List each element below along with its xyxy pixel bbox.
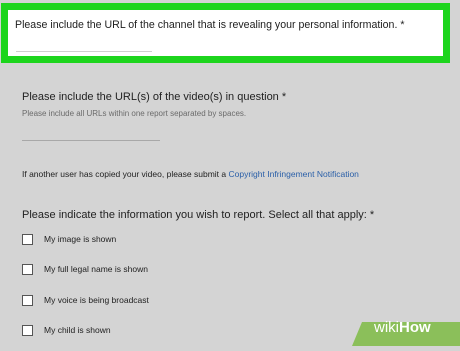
option-label: My voice is being broadcast (44, 295, 149, 305)
checkbox[interactable] (22, 233, 33, 245)
checkbox[interactable] (22, 324, 33, 336)
copyright-notice: If another user has copied your video, p… (22, 169, 359, 179)
option-image-shown[interactable]: My image is shown (22, 232, 116, 246)
option-voice-broadcast[interactable]: My voice is being broadcast (22, 293, 149, 307)
option-child-shown[interactable]: My child is shown (22, 323, 111, 337)
channel-url-input[interactable] (16, 51, 152, 52)
video-urls-question-label: Please include the URL(s) of the video(s… (22, 91, 287, 103)
information-type-question-label: Please indicate the information you wish… (22, 209, 375, 221)
option-label: My full legal name is shown (44, 264, 148, 274)
option-label: My image is shown (44, 234, 117, 244)
copyright-infringement-link[interactable]: Copyright Infringement Notification (229, 169, 359, 179)
option-legal-name-shown[interactable]: My full legal name is shown (22, 262, 148, 276)
copyright-notice-text: If another user has copied your video, p… (22, 169, 227, 179)
checkbox[interactable] (22, 294, 33, 306)
channel-url-question-label: Please include the URL of the channel th… (15, 19, 405, 31)
video-urls-help-text: Please include all URLs within one repor… (22, 109, 247, 118)
highlighted-question-box (1, 3, 450, 63)
video-urls-input[interactable] (22, 140, 160, 141)
option-label: My child is shown (44, 325, 111, 335)
wikihow-watermark: wikiHow (352, 316, 460, 346)
watermark-text: wikiHow (374, 319, 431, 336)
checkbox[interactable] (22, 263, 33, 275)
